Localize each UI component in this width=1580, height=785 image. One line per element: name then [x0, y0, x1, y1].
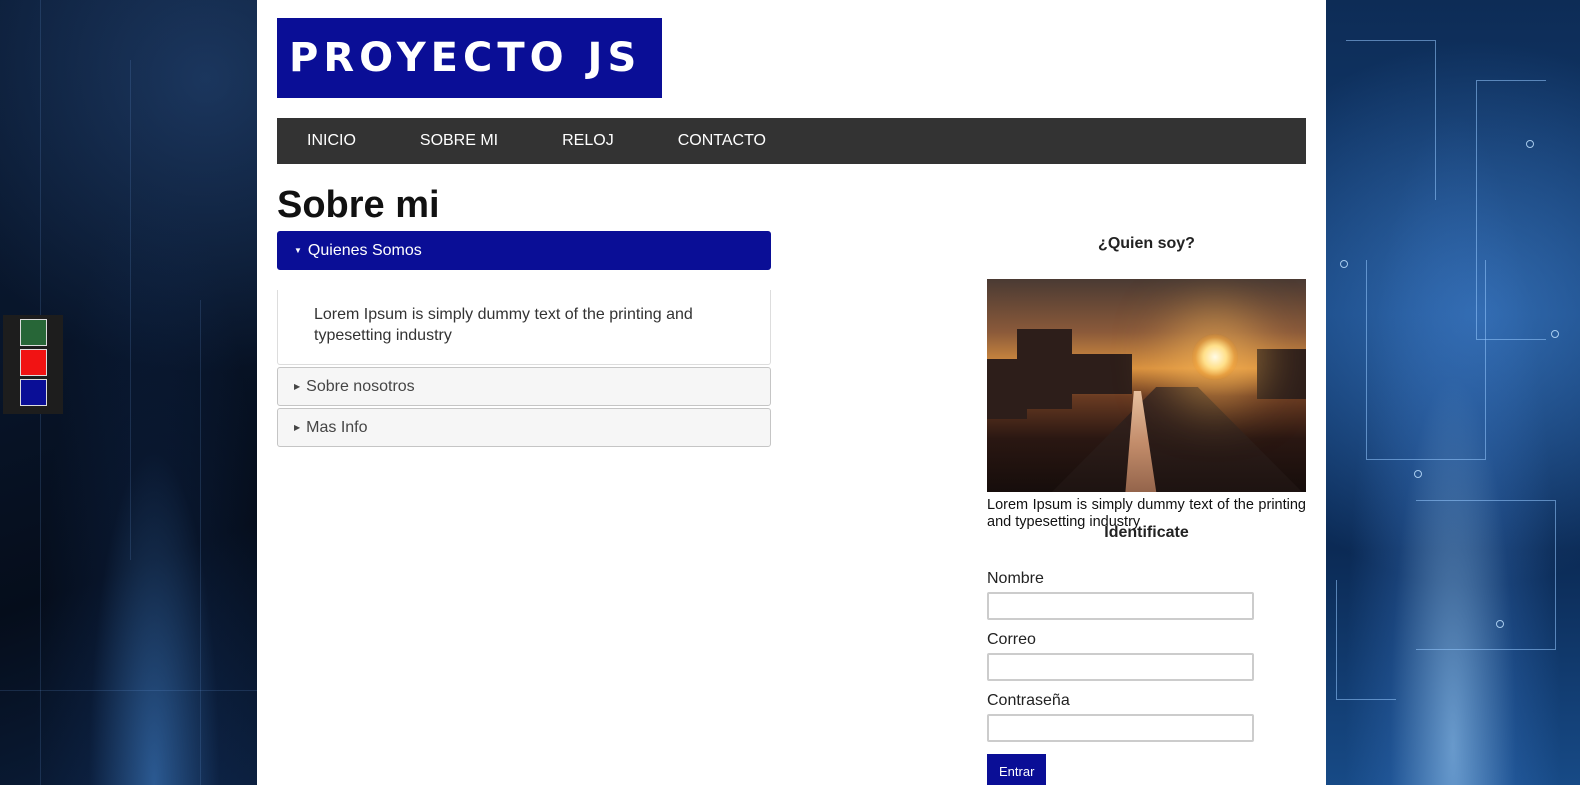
sidebar-title: ¿Quien soy? — [1098, 235, 1195, 252]
name-label: Nombre — [987, 570, 1044, 587]
password-field[interactable] — [987, 714, 1254, 742]
email-label: Correo — [987, 631, 1036, 648]
email-field[interactable] — [987, 653, 1254, 681]
nav-item-reloj[interactable]: RELOJ — [562, 132, 614, 150]
accordion: ▼ Quienes Somos Lorem Ipsum is simply du… — [277, 231, 771, 447]
login-form-title: Identificate — [1104, 524, 1189, 541]
accordion-header-label: Sobre nosotros — [306, 377, 415, 395]
theme-switcher — [3, 315, 63, 414]
city-sunset-photo — [987, 279, 1306, 492]
accordion-panel-quienes-somos: Lorem Ipsum is simply dummy text of the … — [277, 290, 771, 365]
login-form: Nombre Correo Contraseña Entrar — [987, 570, 1306, 785]
logo-text: PROYECTO JS — [289, 35, 642, 81]
accordion-header-quienes-somos[interactable]: ▼ Quienes Somos — [277, 231, 771, 270]
nav-item-sobre-mi[interactable]: SOBRE MI — [420, 132, 498, 150]
main-container: PROYECTO JS INICIO SOBRE MI RELOJ CONTAC… — [257, 0, 1326, 785]
nav-item-inicio[interactable]: INICIO — [307, 132, 356, 150]
background-right-panel — [1326, 0, 1580, 785]
theme-green-swatch[interactable] — [20, 319, 47, 346]
site-logo[interactable]: PROYECTO JS — [277, 18, 662, 98]
sidebar: ¿Quien soy? Lorem Ipsum is simply dummy … — [987, 230, 1306, 785]
submit-button[interactable]: Entrar — [987, 754, 1047, 785]
main-nav: INICIO SOBRE MI RELOJ CONTACTO — [277, 118, 1306, 164]
accordion-panel-text: Lorem Ipsum is simply dummy text of the … — [314, 306, 693, 344]
page-title: Sobre mi — [277, 184, 440, 226]
accordion-header-sobre-nosotros[interactable]: ▶ Sobre nosotros — [277, 367, 771, 406]
caret-right-icon: ▶ — [294, 382, 301, 391]
caret-down-icon: ▼ — [294, 246, 302, 255]
accordion-header-label: Quienes Somos — [307, 241, 422, 259]
theme-blue-swatch[interactable] — [20, 379, 47, 406]
caret-right-icon: ▶ — [294, 423, 301, 432]
accordion-header-label: Mas Info — [306, 418, 368, 436]
name-field[interactable] — [987, 592, 1254, 620]
password-label: Contraseña — [987, 692, 1070, 709]
accordion-header-mas-info[interactable]: ▶ Mas Info — [277, 408, 771, 447]
nav-item-contacto[interactable]: CONTACTO — [678, 132, 766, 150]
theme-red-swatch[interactable] — [20, 349, 47, 376]
